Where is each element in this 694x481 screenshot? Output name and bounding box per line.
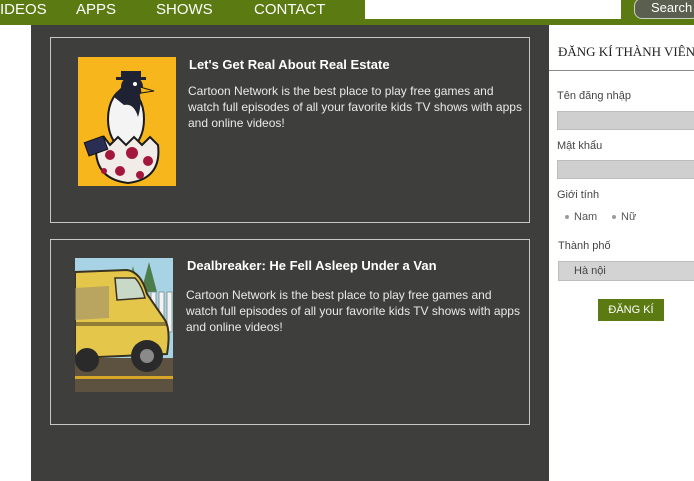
gender-radio-nu[interactable]: Nữ [612,211,636,223]
city-label: Thành phố [558,240,611,252]
post-thumbnail[interactable] [78,57,176,186]
password-field[interactable] [557,160,694,179]
post-title[interactable]: Dealbreaker: He Fell Asleep Under a Van [187,258,437,273]
post-card[interactable]: Let's Get Real About Real Estate Cartoon… [50,37,530,223]
password-label: Mật khẩu [557,140,603,152]
nav-item-videos[interactable]: VIDEOS [0,0,47,20]
nav-item-shows[interactable]: SHOWS [156,0,213,20]
gender-label: Giới tính [557,189,600,201]
post-description: Cartoon Network is the best place to pla… [188,84,522,130]
post-card[interactable]: Dealbreaker: He Fell Asleep Under a Van … [50,239,530,425]
register-button[interactable]: ĐĂNG KÍ [598,299,664,321]
gender-option-label: Nam [574,211,598,223]
city-select[interactable]: Hà nội [558,261,694,281]
post-thumbnail[interactable] [75,258,173,392]
username-field[interactable] [557,111,694,130]
post-description: Cartoon Network is the best place to pla… [186,288,520,334]
search-button[interactable]: Search [634,0,694,19]
nav-item-apps[interactable]: APPS [76,0,116,20]
van-illustration [75,258,173,392]
main-content: Let's Get Real About Real Estate Cartoon… [31,25,549,481]
divider [549,70,694,71]
gender-option-label: Nữ [621,211,637,223]
post-title[interactable]: Let's Get Real About Real Estate [189,57,390,72]
gender-radio-nam[interactable]: Nam [565,211,597,223]
register-title: ĐĂNG KÍ THÀNH VIÊN [558,44,694,59]
register-panel: ĐĂNG KÍ THÀNH VIÊN Tên đăng nhập Mật khẩ… [549,25,694,481]
radio-dot-icon [612,215,616,220]
username-label: Tên đăng nhập [557,90,632,102]
penguin-illustration [78,57,176,186]
radio-dot-icon [565,215,569,220]
search-input[interactable] [365,0,621,19]
nav-item-contact[interactable]: CONTACT [254,0,325,20]
top-nav: VIDEOS APPS SHOWS CONTACT Search [0,0,694,25]
